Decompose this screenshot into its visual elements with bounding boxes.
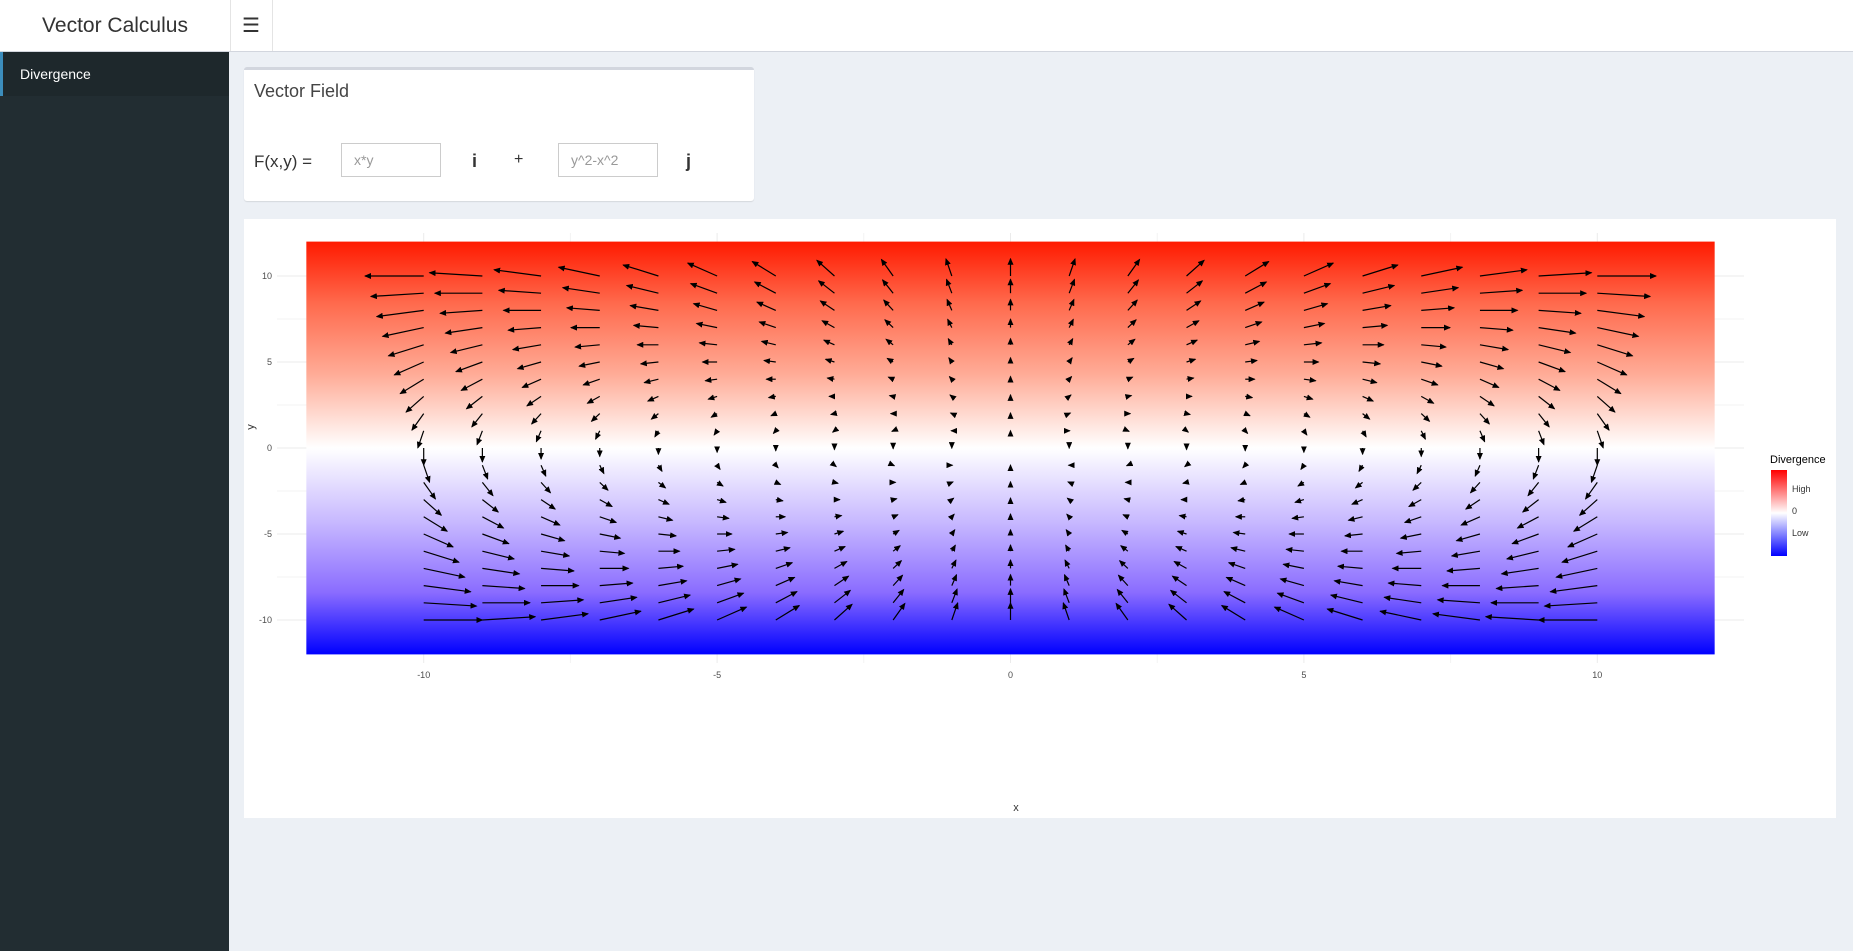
x-tick-label: 5 [1301, 670, 1306, 680]
vector-arrow [1122, 426, 1130, 432]
y-tick-label: 0 [267, 443, 272, 453]
box-title: Vector Field [254, 81, 350, 101]
vector-arrow [891, 426, 899, 432]
vector-arrow [1125, 460, 1134, 467]
vector-field-box: Vector Field F(x,y) = i + j [244, 67, 754, 201]
y-axis-ticks: -10 -5 0 5 10 [259, 271, 272, 625]
function-label: F(x,y) = [254, 152, 313, 171]
x-axis-label: x [1013, 802, 1019, 814]
hamburger-menu-icon[interactable]: ☰ [230, 0, 273, 51]
y-axis-label: y [245, 424, 257, 430]
vector-arrow [949, 412, 958, 419]
vector-arrow [1063, 412, 1072, 419]
app-title: Vector Calculus [0, 0, 231, 51]
plus-sign: + [514, 151, 524, 168]
vector-arrow [946, 481, 954, 488]
top-header: Vector Calculus ☰ [0, 0, 1853, 52]
x-tick-label: -10 [417, 670, 430, 680]
y-tick-label: -5 [264, 529, 272, 539]
sidebar: Divergence [0, 52, 229, 951]
y-tick-label: -10 [259, 615, 272, 625]
vector-arrow [1123, 497, 1131, 504]
plot-panel: -10 -5 0 5 10 -10 -5 0 5 10 x y Divergence High … [244, 219, 1836, 818]
y-tick-label: 10 [262, 271, 272, 281]
vector-arrow [829, 410, 838, 416]
legend-colorbar [1771, 470, 1787, 556]
vector-arrow [1124, 394, 1133, 400]
sidebar-item-divergence[interactable]: Divergence [0, 52, 229, 96]
i-component-input[interactable] [341, 143, 441, 177]
vector-arrow [1183, 410, 1192, 416]
vector-field-plot: -10 -5 0 5 10 -10 -5 0 5 10 x y Divergence High … [245, 233, 1826, 814]
x-tick-label: 10 [1592, 670, 1602, 680]
legend-label-high: High [1792, 484, 1811, 494]
vector-arrow [1067, 481, 1075, 488]
divergence-legend: Divergence High 0 Low [1770, 454, 1826, 556]
legend-label-low: Low [1792, 528, 1809, 538]
y-tick-label: 5 [267, 357, 272, 367]
vector-arrow [888, 394, 897, 400]
legend-title: Divergence [1770, 454, 1826, 466]
vector-arrow [887, 460, 896, 467]
x-axis-ticks: -10 -5 0 5 10 [417, 670, 1602, 680]
legend-label-zero: 0 [1792, 506, 1797, 516]
x-tick-label: -5 [713, 670, 721, 680]
x-tick-label: 0 [1008, 670, 1013, 680]
vector-arrow [831, 478, 839, 485]
vector-arrow [1182, 478, 1190, 485]
vector-arrow [890, 497, 898, 504]
j-unit-label: j [686, 151, 692, 171]
j-component-input[interactable] [558, 143, 658, 177]
i-unit-label: i [472, 151, 478, 171]
